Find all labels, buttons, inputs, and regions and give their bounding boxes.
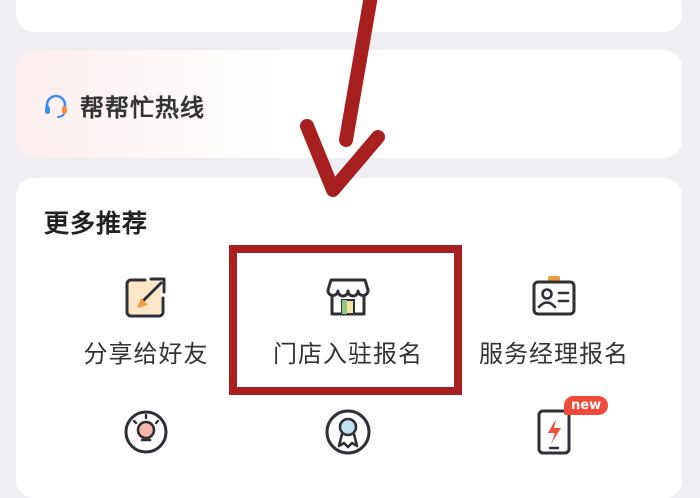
share-to-friend-label: 分享给好友 [83,340,209,368]
store-registration-button[interactable]: 门店入驻报名 [248,272,448,369]
id-card-icon [532,276,576,316]
store-registration-label: 门店入驻报名 [273,340,423,368]
share-to-friend-button[interactable]: 分享给好友 [46,272,246,369]
headset-icon [45,94,67,118]
more-recommendations-card: 更多推荐 分享给好友 门店入驻报名 服务经理报名 new [16,178,682,498]
lightbulb-item-button[interactable] [46,406,246,468]
lightbulb-icon [124,410,168,454]
tablet-item-button[interactable]: new [454,396,654,468]
award-ribbon-icon [325,409,371,455]
award-item-button[interactable] [248,406,448,468]
top-card-partial [16,0,682,32]
section-title: 更多推荐 [44,209,149,238]
hotline-label: 帮帮忙热线 [80,94,205,122]
new-badge: new [564,396,609,415]
storefront-icon [326,278,370,316]
service-manager-registration-label: 服务经理报名 [479,340,629,368]
hotline-row[interactable]: 帮帮忙热线 [42,88,205,123]
hotline-card[interactable]: 帮帮忙热线 [16,50,682,158]
share-pen-icon [125,277,166,318]
service-manager-registration-button[interactable]: 服务经理报名 [454,272,654,369]
